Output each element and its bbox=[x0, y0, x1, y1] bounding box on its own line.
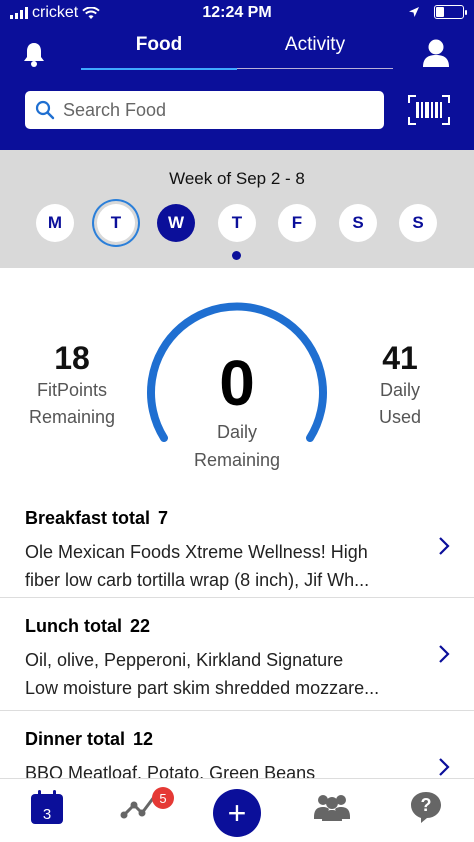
status-bar: cricket 12:24 PM bbox=[0, 0, 474, 28]
day-saturday[interactable]: S bbox=[339, 204, 377, 242]
daily-used-label-line2: Used bbox=[378, 407, 422, 427]
meal-title-label: Dinner total bbox=[25, 729, 126, 749]
tab-food-indicator bbox=[81, 68, 237, 70]
daily-used-label-line1: Daily bbox=[379, 380, 420, 400]
day-sunday[interactable]: S bbox=[399, 204, 437, 242]
meal-breakfast[interactable]: Breakfast total 7 Ole Mexican Foods Xtrem… bbox=[0, 490, 474, 597]
points-summary: 18 FitPoints Remaining 0 Daily Remaining… bbox=[0, 268, 474, 490]
day-monday[interactable]: M bbox=[36, 204, 74, 242]
daily-used-value: 41 bbox=[382, 340, 418, 376]
fitpoints-label-line2: Remaining bbox=[28, 407, 116, 427]
meal-title: Dinner total 12 bbox=[25, 729, 153, 750]
meal-items-line2: fiber low carb tortilla wrap (8 inch), J… bbox=[25, 570, 370, 590]
calendar-icon[interactable]: 3 bbox=[30, 789, 64, 825]
barcode-icon[interactable] bbox=[408, 95, 450, 125]
add-button[interactable]: + bbox=[213, 789, 261, 837]
meal-title: Breakfast total 7 bbox=[25, 508, 168, 529]
meal-items: Oil, olive, Pepperoni, Kirkland Signatur… bbox=[25, 646, 425, 702]
fitpoints-value: 18 bbox=[54, 340, 90, 376]
top-nav: Food Activity bbox=[0, 28, 474, 72]
status-time: 12:24 PM bbox=[202, 4, 272, 21]
meal-total: 22 bbox=[130, 616, 151, 636]
daily-remaining-label-line1: Daily bbox=[216, 422, 257, 442]
meal-title-label: Breakfast total bbox=[25, 508, 151, 528]
group-icon[interactable] bbox=[312, 789, 352, 825]
profile-icon[interactable] bbox=[422, 38, 450, 68]
meal-items: Ole Mexican Foods Xtreme Wellness! High … bbox=[25, 538, 425, 594]
plus-icon: + bbox=[227, 795, 247, 831]
meal-items-line1: Ole Mexican Foods Xtreme Wellness! High bbox=[25, 542, 368, 562]
bell-icon[interactable] bbox=[20, 40, 48, 68]
calendar-day: 3 bbox=[43, 806, 51, 823]
chevron-right-icon bbox=[439, 758, 450, 776]
meal-lunch[interactable]: Lunch total 22 Oil, olive, Pepperoni, Kir… bbox=[0, 597, 474, 710]
chevron-right-icon bbox=[439, 537, 450, 555]
search-icon bbox=[35, 100, 55, 120]
tab-activity-underline bbox=[237, 68, 393, 69]
week-label: Week of Sep 2 - 8 bbox=[169, 169, 305, 188]
bottom-tab-bar: 3 5 + ? bbox=[0, 778, 474, 842]
week-selector: Week of Sep 2 - 8 M T W T F S S bbox=[0, 150, 474, 268]
day-tuesday[interactable]: T bbox=[97, 204, 135, 242]
search-bar[interactable] bbox=[25, 91, 384, 129]
day-friday[interactable]: F bbox=[278, 204, 316, 242]
daily-remaining-label: Daily Remaining bbox=[137, 418, 337, 474]
battery-icon bbox=[434, 5, 467, 19]
search-input[interactable] bbox=[63, 99, 363, 121]
meal-dinner[interactable]: Dinner total 12 BBQ Meatloaf, Potato, Gre… bbox=[0, 710, 474, 783]
meal-items-line1: Oil, olive, Pepperoni, Kirkland Signatur… bbox=[25, 650, 344, 670]
daily-remaining-label-line2: Remaining bbox=[193, 450, 281, 470]
daily-remaining-value: 0 bbox=[219, 347, 255, 419]
page-indicator-dot bbox=[232, 251, 241, 260]
fitpoints-remaining[interactable]: 18 FitPoints Remaining bbox=[22, 340, 122, 431]
chevron-right-icon bbox=[439, 645, 450, 663]
location-icon bbox=[409, 7, 419, 17]
header: cricket 12:24 PM Food Activity bbox=[0, 0, 474, 150]
daily-used[interactable]: 41 Daily Used bbox=[350, 340, 450, 431]
meal-title: Lunch total 22 bbox=[25, 616, 150, 637]
notification-badge: 5 bbox=[152, 787, 174, 809]
help-icon[interactable]: ? bbox=[408, 789, 444, 825]
day-wednesday[interactable]: W bbox=[157, 204, 195, 242]
meal-items-line2: Low moisture part skim shredded mozzare.… bbox=[25, 678, 380, 698]
day-thursday[interactable]: T bbox=[218, 204, 256, 242]
status-right bbox=[408, 5, 467, 19]
meal-title-label: Lunch total bbox=[25, 616, 122, 636]
svg-text:?: ? bbox=[421, 795, 432, 815]
fitpoints-label-line1: FitPoints bbox=[36, 380, 108, 400]
meal-total: 7 bbox=[158, 508, 169, 528]
tab-food[interactable]: Food bbox=[81, 34, 237, 56]
tab-activity[interactable]: Activity bbox=[237, 34, 393, 56]
meal-total: 12 bbox=[133, 729, 154, 749]
